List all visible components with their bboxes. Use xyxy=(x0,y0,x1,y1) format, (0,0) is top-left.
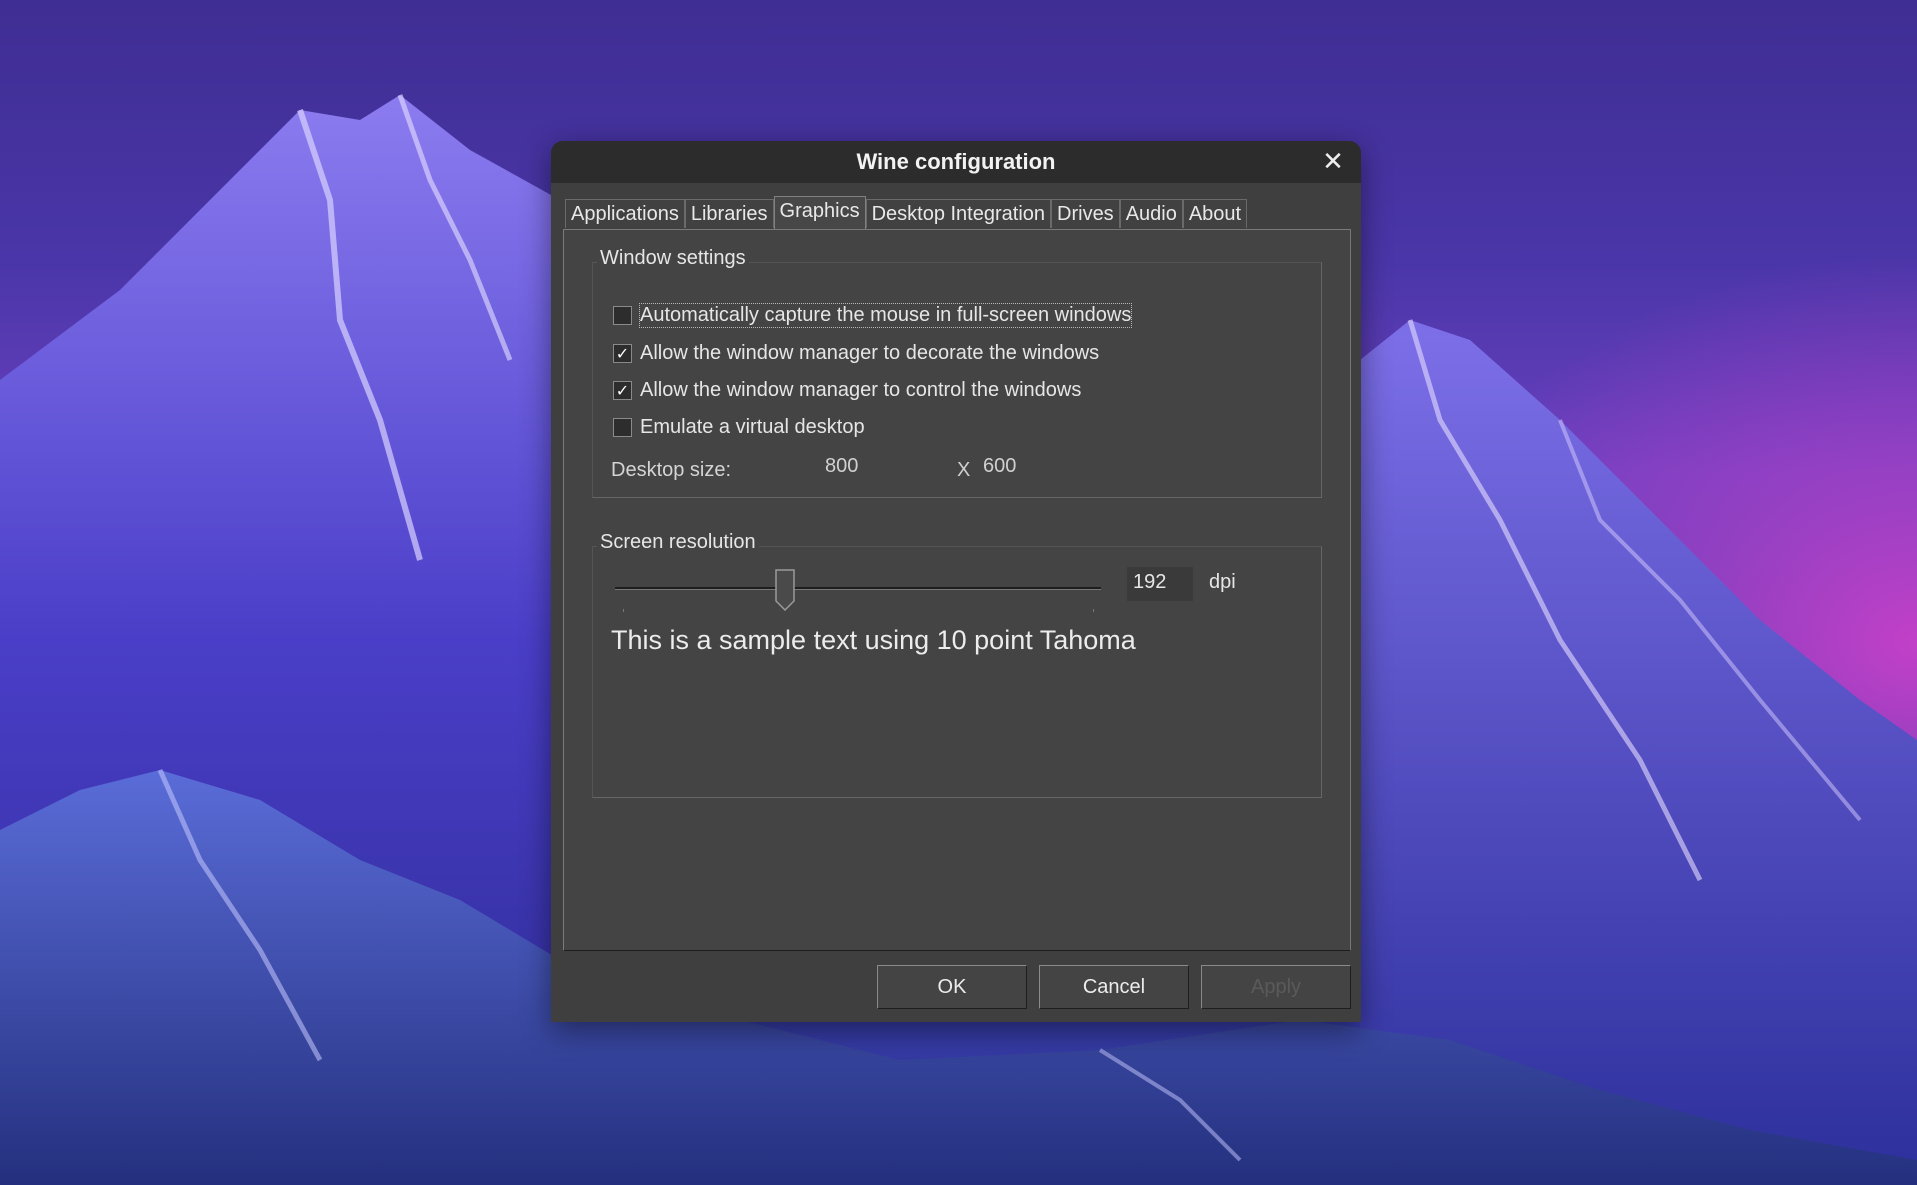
close-button[interactable]: ✕ xyxy=(1319,148,1347,176)
tab-applications[interactable]: Applications xyxy=(565,199,685,228)
option-virtual-desktop[interactable]: Emulate a virtual desktop xyxy=(613,413,865,441)
tab-desktop-integration[interactable]: Desktop Integration xyxy=(865,199,1052,228)
close-icon: ✕ xyxy=(1322,147,1344,177)
decorate-windows-checkbox[interactable]: ✓ xyxy=(613,343,632,363)
apply-button: Apply xyxy=(1201,965,1351,1009)
title-bar[interactable]: Wine configuration ✕ xyxy=(551,141,1361,183)
desktop-width-field: 800 xyxy=(825,455,859,477)
tab-about[interactable]: About xyxy=(1182,199,1248,228)
control-windows-label[interactable]: Allow the window manager to control the … xyxy=(640,379,1081,402)
tab-libraries[interactable]: Libraries xyxy=(684,199,774,228)
decorate-windows-label[interactable]: Allow the window manager to decorate the… xyxy=(640,342,1099,365)
option-decorate-windows[interactable]: ✓ Allow the window manager to decorate t… xyxy=(613,339,1099,367)
desktop-size-label: Desktop size: xyxy=(611,459,732,481)
dpi-slider-thumb[interactable] xyxy=(775,569,795,611)
capture-mouse-checkbox[interactable] xyxy=(613,305,632,325)
screen-resolution-label: Screen resolution xyxy=(597,531,759,554)
control-windows-checkbox[interactable]: ✓ xyxy=(613,380,632,400)
dpi-unit-label: dpi xyxy=(1209,571,1236,593)
window-title: Wine configuration xyxy=(856,149,1056,174)
tab-audio[interactable]: Audio xyxy=(1119,199,1183,228)
tab-drives[interactable]: Drives xyxy=(1051,199,1120,228)
option-capture-mouse[interactable]: Automatically capture the mouse in full-… xyxy=(613,301,1133,329)
virtual-desktop-label[interactable]: Emulate a virtual desktop xyxy=(640,416,865,439)
tab-bar: Applications Libraries Graphics Desktop … xyxy=(565,196,1248,229)
capture-mouse-label[interactable]: Automatically capture the mouse in full-… xyxy=(638,302,1133,328)
screen-resolution-group: Screen resolution 192 dpi This is a samp… xyxy=(592,531,1322,798)
option-control-windows[interactable]: ✓ Allow the window manager to control th… xyxy=(613,376,1081,404)
dpi-input[interactable]: 192 xyxy=(1127,567,1193,601)
cancel-button[interactable]: Cancel xyxy=(1039,965,1189,1009)
wine-config-window: Wine configuration ✕ Applications Librar… xyxy=(551,141,1361,1022)
slider-tick xyxy=(623,609,624,612)
sample-text: This is a sample text using 10 point Tah… xyxy=(611,625,1136,655)
slider-tick xyxy=(1093,609,1094,612)
desktop-height-field: 600 xyxy=(983,455,1017,477)
dpi-slider-track[interactable] xyxy=(615,587,1101,590)
window-settings-group: Window settings Automatically capture th… xyxy=(592,247,1322,498)
graphics-tab-panel: Window settings Automatically capture th… xyxy=(563,229,1351,951)
virtual-desktop-checkbox[interactable] xyxy=(613,417,632,437)
desktop-size-separator: X xyxy=(957,459,971,481)
tab-graphics[interactable]: Graphics xyxy=(773,196,866,229)
window-settings-label: Window settings xyxy=(597,247,749,270)
ok-button[interactable]: OK xyxy=(877,965,1027,1009)
